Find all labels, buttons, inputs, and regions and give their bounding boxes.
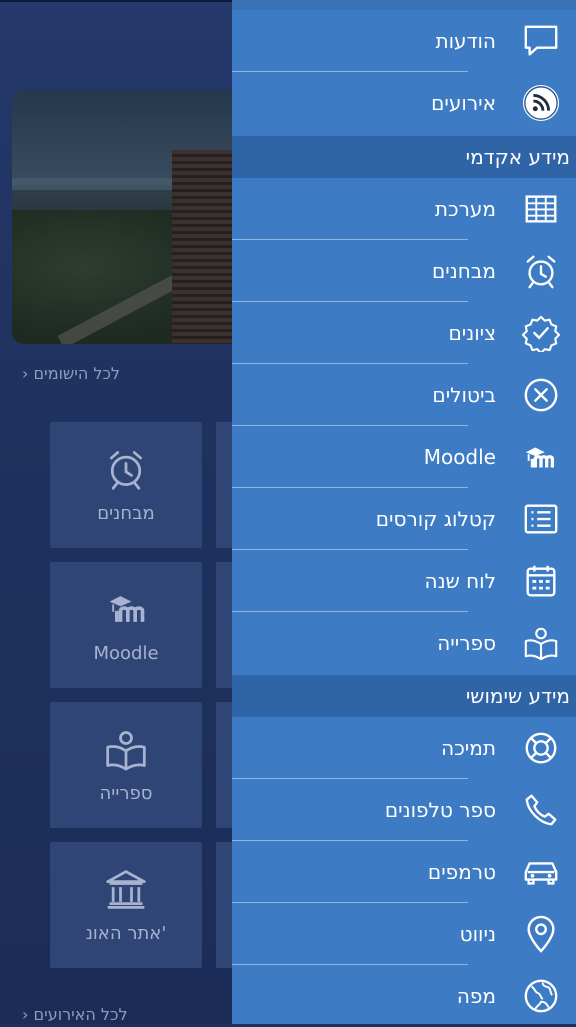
section-header-academic: מידע אקדמי [232, 136, 576, 178]
tile-label: Moodle [93, 642, 159, 664]
menu-item-label: קטלוג קורסים [375, 507, 496, 531]
all-events-link[interactable]: לכל האירועים ‹ [22, 1005, 128, 1024]
library-icon [106, 730, 146, 771]
menu-item-label: ציונים [448, 321, 496, 345]
menu-item-rides[interactable]: טרמפים [232, 841, 576, 903]
section-title: מידע אקדמי [465, 145, 570, 169]
car-icon [520, 851, 562, 893]
menu-item-label: הודעות [435, 29, 496, 53]
badge-check-icon [520, 312, 562, 354]
menu-item-cancellations[interactable]: ביטולים [232, 364, 576, 426]
menu-item-label: אירועים [431, 91, 496, 115]
menu-item-calendar[interactable]: לוח שנה [232, 550, 576, 612]
menu-item-grades[interactable]: ציונים [232, 302, 576, 364]
menu-item-library[interactable]: ספרייה [232, 612, 576, 674]
tile-university-site[interactable]: אתר האונ' [50, 842, 202, 968]
section-title: מידע שימושי [465, 684, 570, 708]
tile-label: מבחנים [97, 502, 155, 524]
menu-item-course-catalog[interactable]: קטלוג קורסים [232, 488, 576, 550]
menu-item-navigation[interactable]: ניווט [232, 903, 576, 965]
menu-item-events[interactable]: אירועים [232, 72, 576, 134]
status-strip [0, 0, 232, 2]
menu-item-label: מערכת [434, 197, 496, 221]
rss-icon [520, 82, 562, 124]
timetable-grid-icon [520, 188, 562, 230]
menu-item-label: ספר טלפונים [384, 798, 496, 822]
moodle-icon [520, 436, 562, 478]
list-icon [520, 498, 562, 540]
side-drawer: הודעות אירועים מידע אקדמי מערכת מבחנים צ… [232, 0, 576, 1024]
news-photo[interactable] [12, 90, 252, 344]
calendar-icon [520, 560, 562, 602]
menu-item-label: תמיכה [441, 736, 496, 760]
menu-item-exams[interactable]: מבחנים [232, 240, 576, 302]
menu-item-label: ניווט [459, 922, 496, 946]
drawer-top-strip [232, 0, 576, 10]
menu-item-timetable[interactable]: מערכת [232, 178, 576, 240]
chevron-left-icon: ‹ [22, 1005, 29, 1024]
library-icon [520, 622, 562, 664]
alarm-clock-icon [109, 450, 143, 490]
menu-item-label: מבחנים [432, 259, 496, 283]
cancel-circle-icon [520, 374, 562, 416]
section-header-useful: מידע שימושי [232, 675, 576, 717]
menu-item-map[interactable]: מפה [232, 965, 576, 1027]
tile-label: אתר האונ' [85, 922, 167, 944]
chat-bubble-icon [520, 20, 562, 62]
alarm-clock-icon [520, 250, 562, 292]
phone-icon [520, 789, 562, 831]
menu-item-messages[interactable]: הודעות [232, 10, 576, 72]
university-building-icon [106, 869, 146, 909]
menu-item-label: טרמפים [427, 860, 496, 884]
globe-icon [520, 975, 562, 1017]
menu-item-label: Moodle [423, 445, 496, 469]
moodle-icon [109, 595, 145, 622]
location-pin-icon [520, 913, 562, 955]
menu-item-moodle[interactable]: Moodle [232, 426, 576, 488]
tile-library[interactable]: ספרייה [50, 702, 202, 828]
chevron-left-icon: ‹ [22, 364, 29, 383]
all-apps-link[interactable]: לכל הישומים ‹ [22, 364, 120, 383]
menu-item-label: לוח שנה [424, 569, 496, 593]
menu-item-label: מפה [456, 984, 496, 1008]
tile-label: ספרייה [99, 782, 153, 804]
lifebuoy-icon [520, 727, 562, 769]
menu-item-support[interactable]: תמיכה [232, 717, 576, 779]
menu-item-phone-book[interactable]: ספר טלפונים [232, 779, 576, 841]
menu-item-label: ביטולים [432, 383, 496, 407]
tile-exams[interactable]: מבחנים [50, 422, 202, 548]
menu-item-label: ספרייה [437, 631, 496, 655]
tile-moodle[interactable]: Moodle [50, 562, 202, 688]
